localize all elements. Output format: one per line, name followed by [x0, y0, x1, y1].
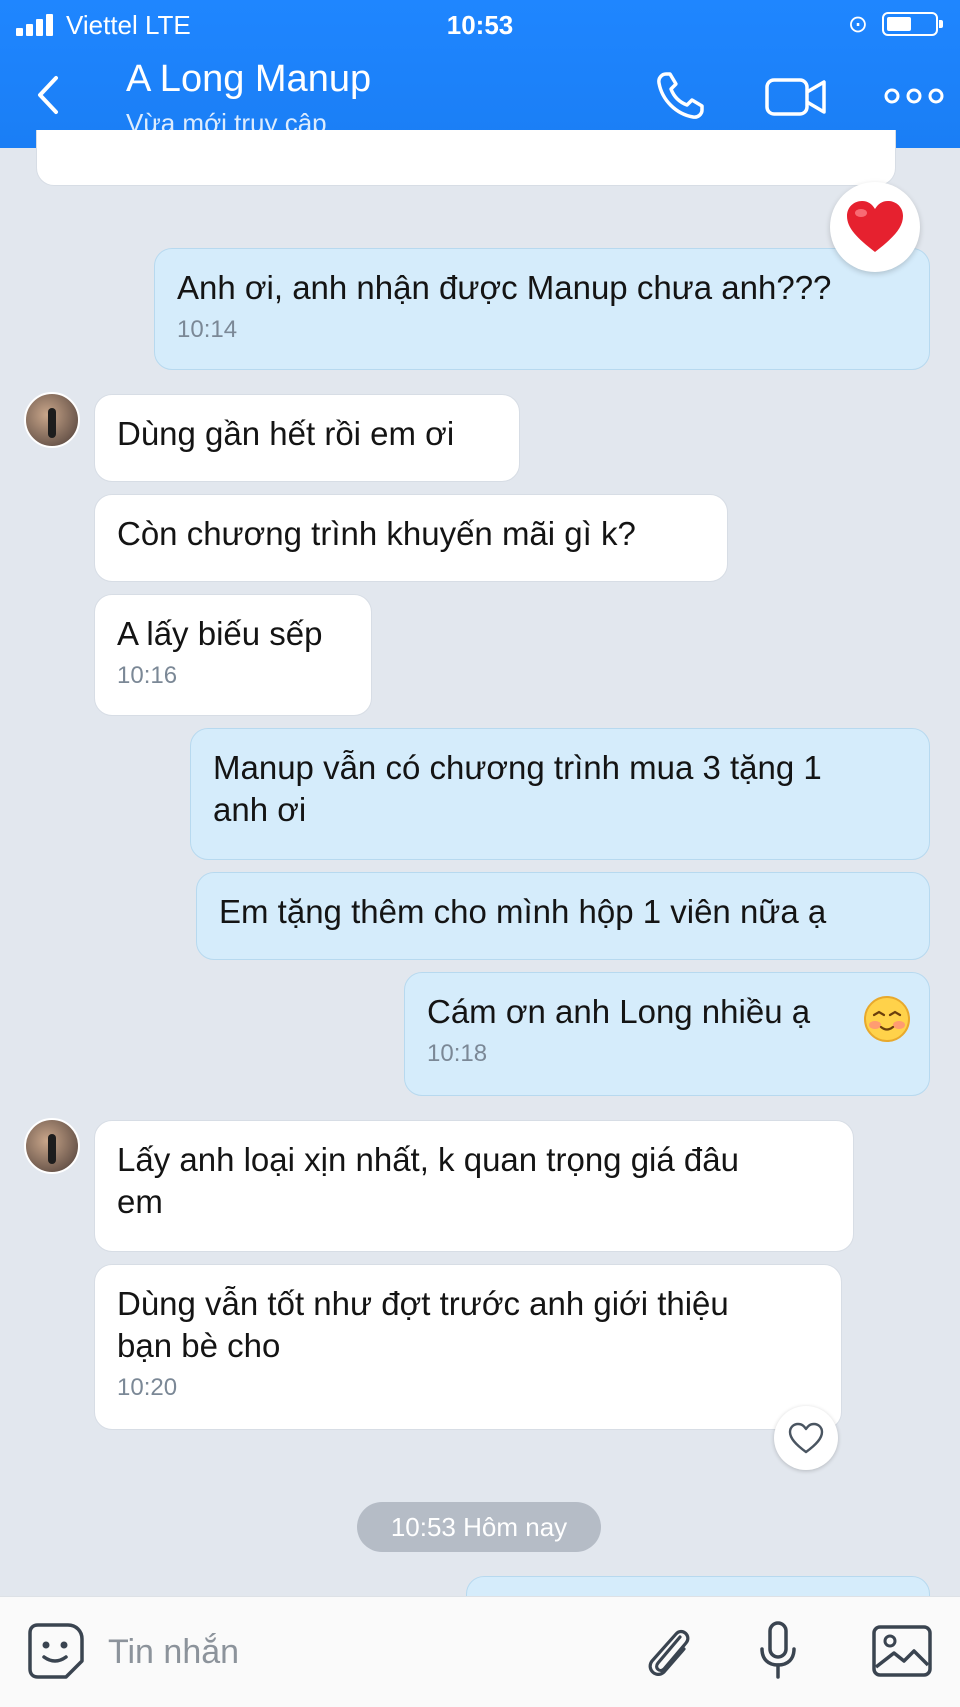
smiling-face-icon: [864, 996, 910, 1042]
message-text: A lấy biếu sếp: [117, 615, 323, 652]
heart-icon: [847, 201, 903, 252]
photo-button[interactable]: [870, 1619, 934, 1683]
contact-avatar[interactable]: [24, 1118, 80, 1174]
message-text: Anh ơi, anh nhận được Manup chưa anh???: [177, 269, 832, 306]
battery-icon: [882, 12, 943, 36]
attach-button[interactable]: [636, 1619, 700, 1683]
react-button[interactable]: [774, 1406, 838, 1470]
status-bar: Viettel LTE 10:53 ⊙: [0, 0, 960, 48]
message-text-line: bạn bè cho: [117, 1327, 281, 1364]
emoji-button[interactable]: [24, 1619, 88, 1683]
chevron-left-icon: [38, 76, 58, 114]
message-time: 10:16: [117, 662, 178, 689]
image-icon: [872, 1625, 932, 1677]
more-dots-icon: [884, 88, 944, 104]
message-text-line: anh ơi: [213, 791, 307, 828]
heart-outline-icon: [788, 1422, 824, 1454]
message-bubble-outgoing[interactable]: Manup vẫn có chương trình mua 3 tặng 1 a…: [190, 728, 930, 860]
paperclip-icon: [648, 1629, 690, 1676]
message-text: Dùng gần hết rồi em ơi: [117, 415, 455, 452]
more-options-button[interactable]: [882, 68, 946, 124]
message-time: 10:20: [117, 1374, 178, 1401]
message-text: Cám ơn anh Long nhiều ạ: [427, 993, 811, 1030]
message-bubble-incoming[interactable]: Lấy anh loại xịn nhất, k quan trọng giá …: [94, 1120, 854, 1252]
message-text-line: Dùng vẫn tốt như đợt trước anh giới thiệ…: [117, 1285, 729, 1322]
date-separator: 10:53 Hôm nay: [357, 1502, 601, 1552]
message-bubble-outgoing[interactable]: Em tặng thêm cho mình hộp 1 viên nữa ạ: [196, 872, 930, 960]
message-bubble-incoming[interactable]: Dùng vẫn tốt như đợt trước anh giới thiệ…: [94, 1264, 842, 1430]
previous-message-bubble: [36, 130, 896, 186]
message-composer: [0, 1596, 960, 1707]
message-bubble-incoming[interactable]: A lấy biếu sếp 10:16: [94, 594, 372, 716]
clock: 10:53: [446, 10, 514, 40]
voice-call-button[interactable]: [652, 68, 716, 124]
contact-avatar[interactable]: [24, 392, 80, 448]
back-button[interactable]: [28, 70, 68, 120]
message-text-line: Lấy anh loại xịn nhất, k quan trọng giá …: [117, 1141, 739, 1178]
sticker-face-icon: [28, 1623, 84, 1679]
message-time: 10:14: [177, 316, 238, 343]
message-time: 10:18: [427, 1040, 488, 1067]
message-bubble-incoming[interactable]: Còn chương trình khuyến mãi gì k?: [94, 494, 728, 582]
chat-header: Viettel LTE 10:53 ⊙ A Long Manup Vừa mới…: [0, 0, 960, 148]
video-camera-icon: [765, 78, 826, 116]
rotation-lock-icon: ⊙: [847, 11, 868, 38]
phone-icon: [657, 72, 704, 119]
message-text-line: em: [117, 1183, 163, 1220]
message-text: Còn chương trình khuyến mãi gì k?: [117, 515, 636, 552]
contact-name[interactable]: A Long Manup: [126, 58, 371, 101]
message-text-line: Manup vẫn có chương trình mua 3 tặng 1: [213, 749, 822, 786]
reaction-badge[interactable]: [830, 182, 920, 272]
message-bubble-incoming[interactable]: Dùng gần hết rồi em ơi: [94, 394, 520, 482]
voice-record-button[interactable]: [746, 1619, 810, 1683]
message-text: Em tặng thêm cho mình hộp 1 viên nữa ạ: [219, 893, 827, 930]
message-input[interactable]: [108, 1627, 608, 1677]
message-bubble-outgoing[interactable]: Anh ơi, anh nhận được Manup chưa anh??? …: [154, 248, 930, 370]
video-call-button[interactable]: [764, 68, 828, 124]
message-bubble-outgoing[interactable]: Cám ơn anh Long nhiều ạ 10:18: [404, 972, 930, 1096]
microphone-icon: [760, 1621, 796, 1679]
